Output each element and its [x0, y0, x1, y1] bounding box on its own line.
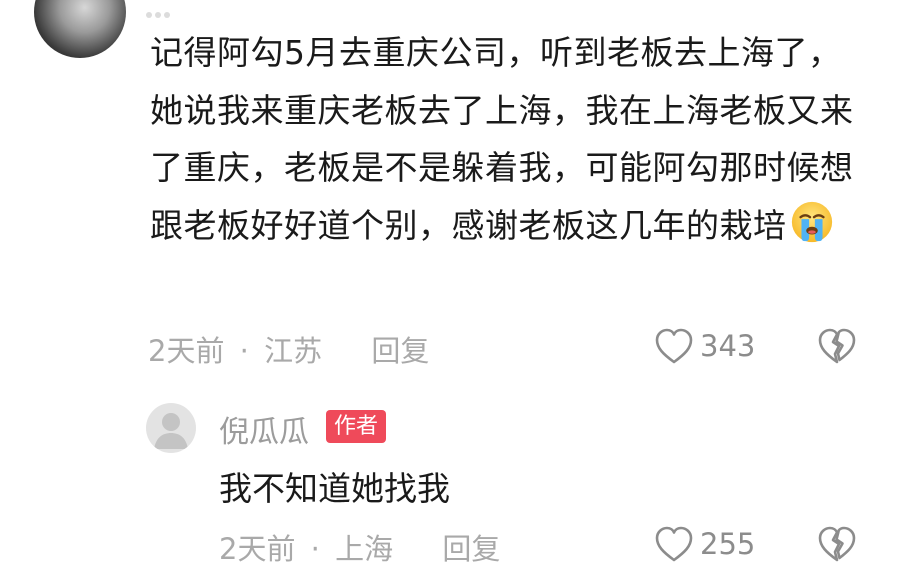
- commenter-avatar[interactable]: [34, 0, 126, 58]
- broken-heart-icon[interactable]: [817, 326, 857, 366]
- comment-body: 记得阿勾5月去重庆公司，听到老板去上海了，她说我来重庆老板去了上海，我在上海老板…: [150, 24, 870, 254]
- meta-separator: ·: [239, 334, 249, 368]
- heart-icon: [655, 328, 693, 364]
- like-count: 255: [700, 527, 756, 561]
- reply-button[interactable]: 回复: [371, 334, 429, 368]
- reply-meta: 2天前 · 上海 回复: [219, 526, 500, 566]
- broken-heart-icon[interactable]: [817, 524, 857, 564]
- reply-time: 2天前: [219, 532, 296, 566]
- reply-author-name[interactable]: 倪瓜瓜: [219, 407, 309, 451]
- default-avatar-icon: [154, 413, 188, 449]
- reply-like-button[interactable]: 255: [654, 524, 755, 564]
- comment-location: 江苏: [264, 334, 323, 368]
- reply-text: 我不知道她找我: [219, 469, 450, 508]
- reply-location: 上海: [335, 532, 394, 566]
- comment-meta: 2天前 · 江苏 回复: [148, 328, 429, 368]
- like-count: 343: [700, 329, 756, 363]
- comment-like-button[interactable]: 343: [654, 326, 755, 366]
- comment-time: 2天前: [148, 334, 225, 368]
- heart-icon: [655, 526, 693, 562]
- username-placeholder: [146, 3, 186, 18]
- reply-author-avatar[interactable]: [146, 403, 196, 453]
- comment-text: 记得阿勾5月去重庆公司，听到老板去上海了，她说我来重庆老板去了上海，我在上海老板…: [150, 33, 854, 245]
- author-badge: 作者: [326, 410, 387, 443]
- reply-reply-button[interactable]: 回复: [442, 532, 500, 566]
- crying-face-icon: [791, 201, 832, 242]
- meta-separator: ·: [310, 532, 320, 566]
